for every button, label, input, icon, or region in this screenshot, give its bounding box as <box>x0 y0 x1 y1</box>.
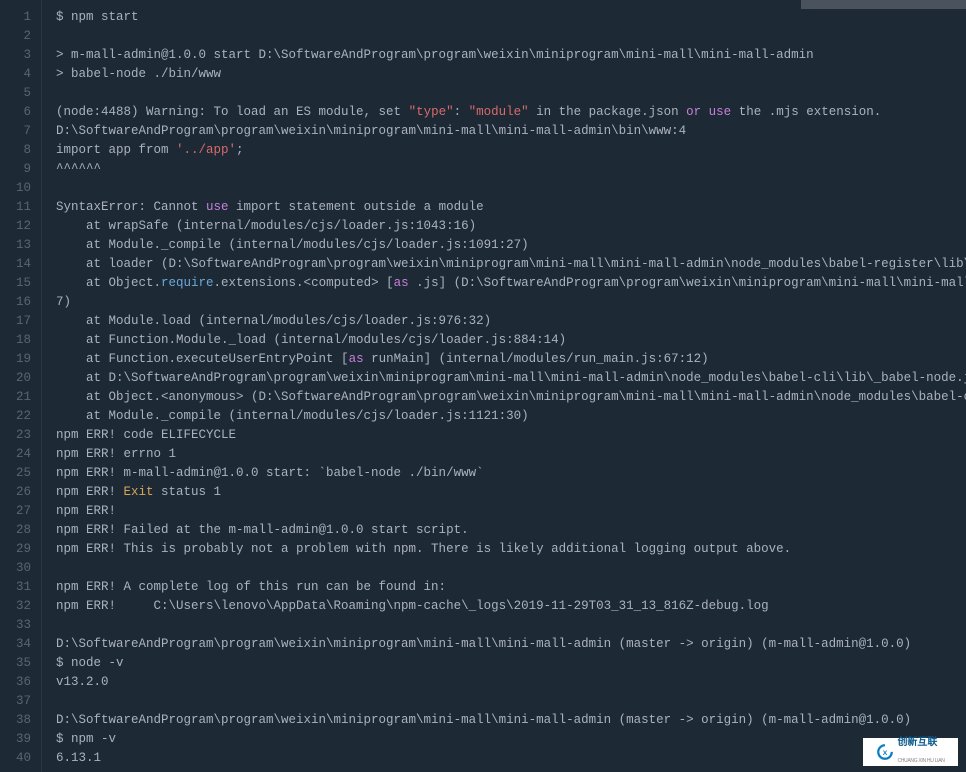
code-line[interactable] <box>56 559 966 578</box>
line-number: 7 <box>0 122 31 141</box>
code-line[interactable]: npm ERR! This is probably not a problem … <box>56 540 966 559</box>
watermark-text-cn: 创新互联 <box>897 733 944 752</box>
line-number: 37 <box>0 692 31 711</box>
code-line[interactable]: $ node -v <box>56 654 966 673</box>
line-number: 4 <box>0 65 31 84</box>
code-line[interactable]: D:\SoftwareAndProgram\program\weixin\min… <box>56 122 966 141</box>
line-number: 24 <box>0 445 31 464</box>
line-number-gutter: 1234567891011121314151617181920212223242… <box>0 0 42 772</box>
line-number: 36 <box>0 673 31 692</box>
code-line[interactable]: npm ERR! m-mall-admin@1.0.0 start: `babe… <box>56 464 966 483</box>
code-line[interactable]: at Function.Module._load (internal/modul… <box>56 331 966 350</box>
code-content[interactable]: $ npm start > m-mall-admin@1.0.0 start D… <box>42 0 966 772</box>
code-line[interactable]: at loader (D:\SoftwareAndProgram\program… <box>56 255 966 274</box>
code-editor[interactable]: 1234567891011121314151617181920212223242… <box>0 0 966 772</box>
code-line[interactable]: 6.13.1 <box>56 749 966 768</box>
horizontal-scrollbar[interactable] <box>801 0 966 9</box>
line-number: 9 <box>0 160 31 179</box>
line-number: 34 <box>0 635 31 654</box>
line-number: 32 <box>0 597 31 616</box>
code-line[interactable]: ^^^^^^ <box>56 160 966 179</box>
line-number: 31 <box>0 578 31 597</box>
line-number: 18 <box>0 331 31 350</box>
line-number: 8 <box>0 141 31 160</box>
code-line[interactable]: at Object.<anonymous> (D:\SoftwareAndPro… <box>56 388 966 407</box>
code-line[interactable]: npm ERR! errno 1 <box>56 445 966 464</box>
code-line[interactable] <box>56 616 966 635</box>
line-number: 21 <box>0 388 31 407</box>
line-number: 2 <box>0 27 31 46</box>
line-number: 1 <box>0 8 31 27</box>
line-number: 5 <box>0 84 31 103</box>
line-number: 25 <box>0 464 31 483</box>
code-line[interactable]: v13.2.0 <box>56 673 966 692</box>
code-line[interactable]: $ npm start <box>56 8 966 27</box>
line-number: 13 <box>0 236 31 255</box>
code-line[interactable]: > m-mall-admin@1.0.0 start D:\SoftwareAn… <box>56 46 966 65</box>
line-number: 30 <box>0 559 31 578</box>
line-number: 23 <box>0 426 31 445</box>
code-line[interactable]: 7) <box>56 293 966 312</box>
code-line[interactable]: at Module.load (internal/modules/cjs/loa… <box>56 312 966 331</box>
code-line[interactable]: import app from '../app'; <box>56 141 966 160</box>
code-line[interactable]: npm ERR! A complete log of this run can … <box>56 578 966 597</box>
line-number: 22 <box>0 407 31 426</box>
line-number: 3 <box>0 46 31 65</box>
line-number: 35 <box>0 654 31 673</box>
code-line[interactable]: npm ERR! <box>56 502 966 521</box>
code-line[interactable]: npm ERR! Exit status 1 <box>56 483 966 502</box>
watermark-logo: X 创新互联 CHUANG XIN HU LIAN <box>863 738 958 766</box>
code-line[interactable] <box>56 84 966 103</box>
code-line[interactable] <box>56 27 966 46</box>
code-line[interactable] <box>56 179 966 198</box>
line-number: 11 <box>0 198 31 217</box>
line-number: 33 <box>0 616 31 635</box>
line-number: 27 <box>0 502 31 521</box>
code-line[interactable]: npm ERR! Failed at the m-mall-admin@1.0.… <box>56 521 966 540</box>
code-line[interactable]: (node:4488) Warning: To load an ES modul… <box>56 103 966 122</box>
code-line[interactable]: at Module._compile (internal/modules/cjs… <box>56 236 966 255</box>
line-number: 12 <box>0 217 31 236</box>
code-line[interactable]: D:\SoftwareAndProgram\program\weixin\min… <box>56 635 966 654</box>
line-number: 38 <box>0 711 31 730</box>
code-line[interactable]: SyntaxError: Cannot use import statement… <box>56 198 966 217</box>
line-number: 16 <box>0 293 31 312</box>
line-number: 40 <box>0 749 31 768</box>
line-number: 15 <box>0 274 31 293</box>
line-number: 26 <box>0 483 31 502</box>
svg-text:X: X <box>883 750 888 757</box>
line-number: 28 <box>0 521 31 540</box>
line-number: 17 <box>0 312 31 331</box>
code-line[interactable]: at Object.require.extensions.<computed> … <box>56 274 966 293</box>
code-line[interactable]: at Function.executeUserEntryPoint [as ru… <box>56 350 966 369</box>
code-line[interactable]: at Module._compile (internal/modules/cjs… <box>56 407 966 426</box>
code-line[interactable]: at D:\SoftwareAndProgram\program\weixin\… <box>56 369 966 388</box>
line-number: 20 <box>0 369 31 388</box>
code-line[interactable] <box>56 692 966 711</box>
line-number: 6 <box>0 103 31 122</box>
line-number: 19 <box>0 350 31 369</box>
code-line[interactable]: npm ERR! C:\Users\lenovo\AppData\Roaming… <box>56 597 966 616</box>
line-number: 10 <box>0 179 31 198</box>
code-line[interactable]: $ npm -v <box>56 730 966 749</box>
line-number: 14 <box>0 255 31 274</box>
code-line[interactable]: npm ERR! code ELIFECYCLE <box>56 426 966 445</box>
code-line[interactable]: > babel-node ./bin/www <box>56 65 966 84</box>
line-number: 39 <box>0 730 31 749</box>
code-line[interactable]: D:\SoftwareAndProgram\program\weixin\min… <box>56 711 966 730</box>
watermark-text-en: CHUANG XIN HU LIAN <box>897 752 944 771</box>
code-line[interactable]: at wrapSafe (internal/modules/cjs/loader… <box>56 217 966 236</box>
watermark-icon: X <box>876 743 894 761</box>
line-number: 29 <box>0 540 31 559</box>
